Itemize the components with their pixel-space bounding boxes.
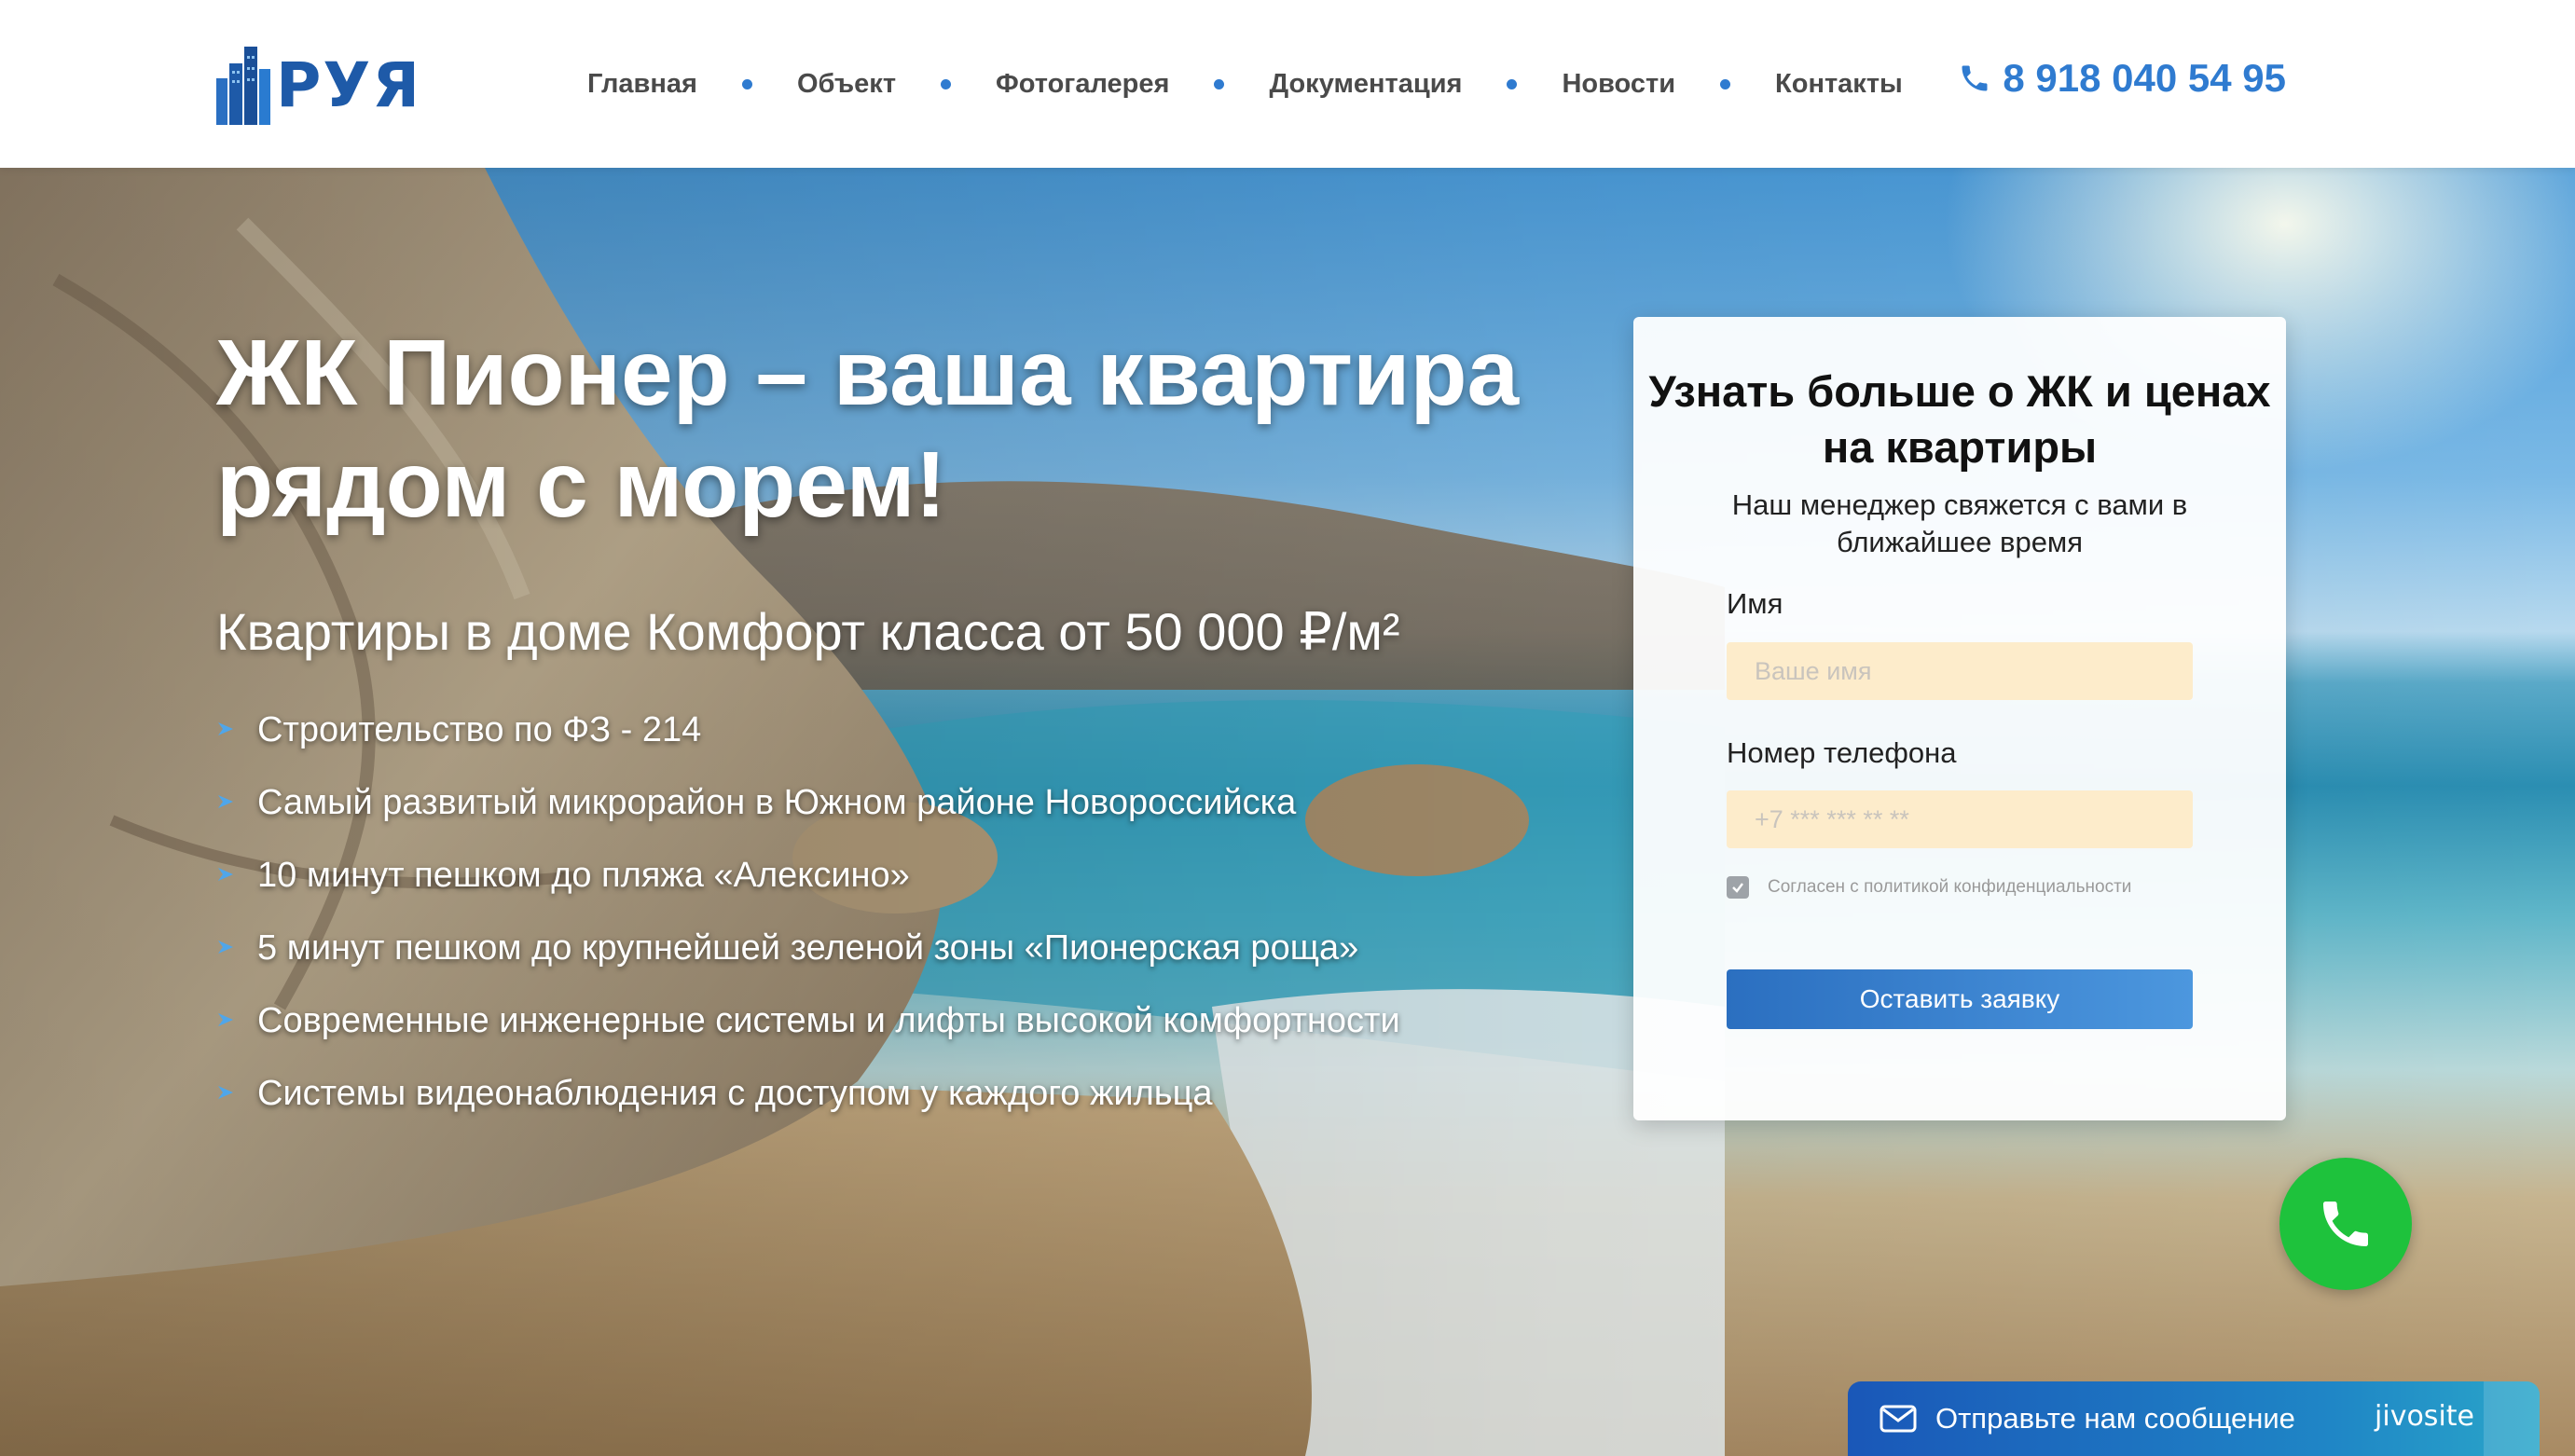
hero-subtitle: Квартиры в доме Комфорт класса от 50 000… <box>216 602 1400 661</box>
feature-text: Самый развитый микрорайон в Южном районе… <box>257 783 1297 822</box>
arrow-bullet-icon <box>218 1013 233 1026</box>
consent-checkbox[interactable] <box>1727 876 1749 899</box>
header-phone-link[interactable]: 8 918 040 54 95 <box>1958 56 2286 101</box>
feature-text: 10 минут пешком до пляжа «Алексино» <box>257 856 910 895</box>
arrow-bullet-icon <box>218 722 233 735</box>
chat-widget-corner <box>2484 1381 2540 1456</box>
hero-section: ЖК Пионер – ваша квартира рядом с морем!… <box>0 168 2575 1456</box>
buildings-logo-icon <box>216 47 270 125</box>
arrow-bullet-icon <box>218 1086 233 1099</box>
feature-item: Системы видеонаблюдения с доступом у каж… <box>216 1070 1400 1143</box>
checkmark-icon <box>1732 883 1743 893</box>
hero-title: ЖК Пионер – ваша квартира рядом с морем! <box>216 321 1520 537</box>
feature-text: Современные инженерные системы и лифты в… <box>257 1001 1400 1040</box>
header-phone-number: 8 918 040 54 95 <box>2003 56 2286 100</box>
phone-input[interactable] <box>1727 790 2193 848</box>
nav-link-documents[interactable]: Документация <box>1269 69 1462 100</box>
feature-item: Строительство по ФЗ - 214 <box>216 707 1400 779</box>
nav-link-object[interactable]: Объект <box>797 69 896 100</box>
phone-field-label: Номер телефона <box>1727 736 1957 769</box>
nav-link-news[interactable]: Новости <box>1562 69 1675 100</box>
nav-link-home[interactable]: Главная <box>587 69 697 100</box>
feature-text: 5 минут пешком до крупнейшей зеленой зон… <box>257 928 1359 968</box>
nav-separator-dot <box>941 78 952 89</box>
arrow-bullet-icon <box>218 868 233 881</box>
envelope-icon <box>1880 1405 1917 1433</box>
site-header: РУЯ Главная Объект Фотогалерея Документа… <box>0 0 2575 168</box>
submit-request-button[interactable]: Оставить заявку <box>1727 969 2193 1029</box>
site-logo[interactable]: РУЯ <box>216 47 423 125</box>
nav-link-contacts[interactable]: Контакты <box>1775 69 1903 100</box>
form-subtitle: Наш менеджер свяжется с вами в ближайшее… <box>1731 488 2188 558</box>
consent-text: Согласен с политикой конфиденциальности <box>1768 877 2132 897</box>
chat-widget-brand: jivosite <box>2375 1400 2474 1433</box>
nav-separator-dot <box>741 78 752 89</box>
chat-widget-bar[interactable]: Отправьте нам сообщение jivosite <box>1848 1381 2540 1456</box>
feature-item: Самый развитый микрорайон в Южном районе… <box>216 779 1400 852</box>
form-title: Узнать больше о ЖК и ценах на квартиры <box>1648 366 2271 472</box>
consent-row: Согласен с политикой конфиденциальности <box>1727 876 2131 899</box>
feature-item: 10 минут пешком до пляжа «Алексино» <box>216 852 1400 925</box>
feature-text: Системы видеонаблюдения с доступом у каж… <box>257 1074 1213 1113</box>
arrow-bullet-icon <box>218 941 233 954</box>
chat-widget-text: Отправьте нам сообщение <box>1935 1402 2295 1435</box>
main-nav: Главная Объект Фотогалерея Документация … <box>587 60 1903 108</box>
nav-link-gallery[interactable]: Фотогалерея <box>996 69 1169 100</box>
features-list: Строительство по ФЗ - 214 Самый развитый… <box>216 707 1400 1143</box>
feature-item: Современные инженерные системы и лифты в… <box>216 997 1400 1070</box>
nav-separator-dot <box>1214 78 1225 89</box>
callback-button[interactable] <box>2279 1158 2412 1290</box>
name-input[interactable] <box>1727 642 2193 700</box>
lead-form: Узнать больше о ЖК и ценах на квартиры Н… <box>1633 317 2286 1120</box>
logo-wordmark: РУЯ <box>276 49 422 121</box>
nav-separator-dot <box>1720 78 1731 89</box>
feature-item: 5 минут пешком до крупнейшей зеленой зон… <box>216 925 1400 997</box>
name-field-label: Имя <box>1727 587 1783 620</box>
phone-icon <box>1962 65 1988 91</box>
arrow-bullet-icon <box>218 795 233 808</box>
phone-icon <box>2323 1202 2368 1246</box>
feature-text: Строительство по ФЗ - 214 <box>257 710 702 749</box>
nav-separator-dot <box>1507 78 1518 89</box>
